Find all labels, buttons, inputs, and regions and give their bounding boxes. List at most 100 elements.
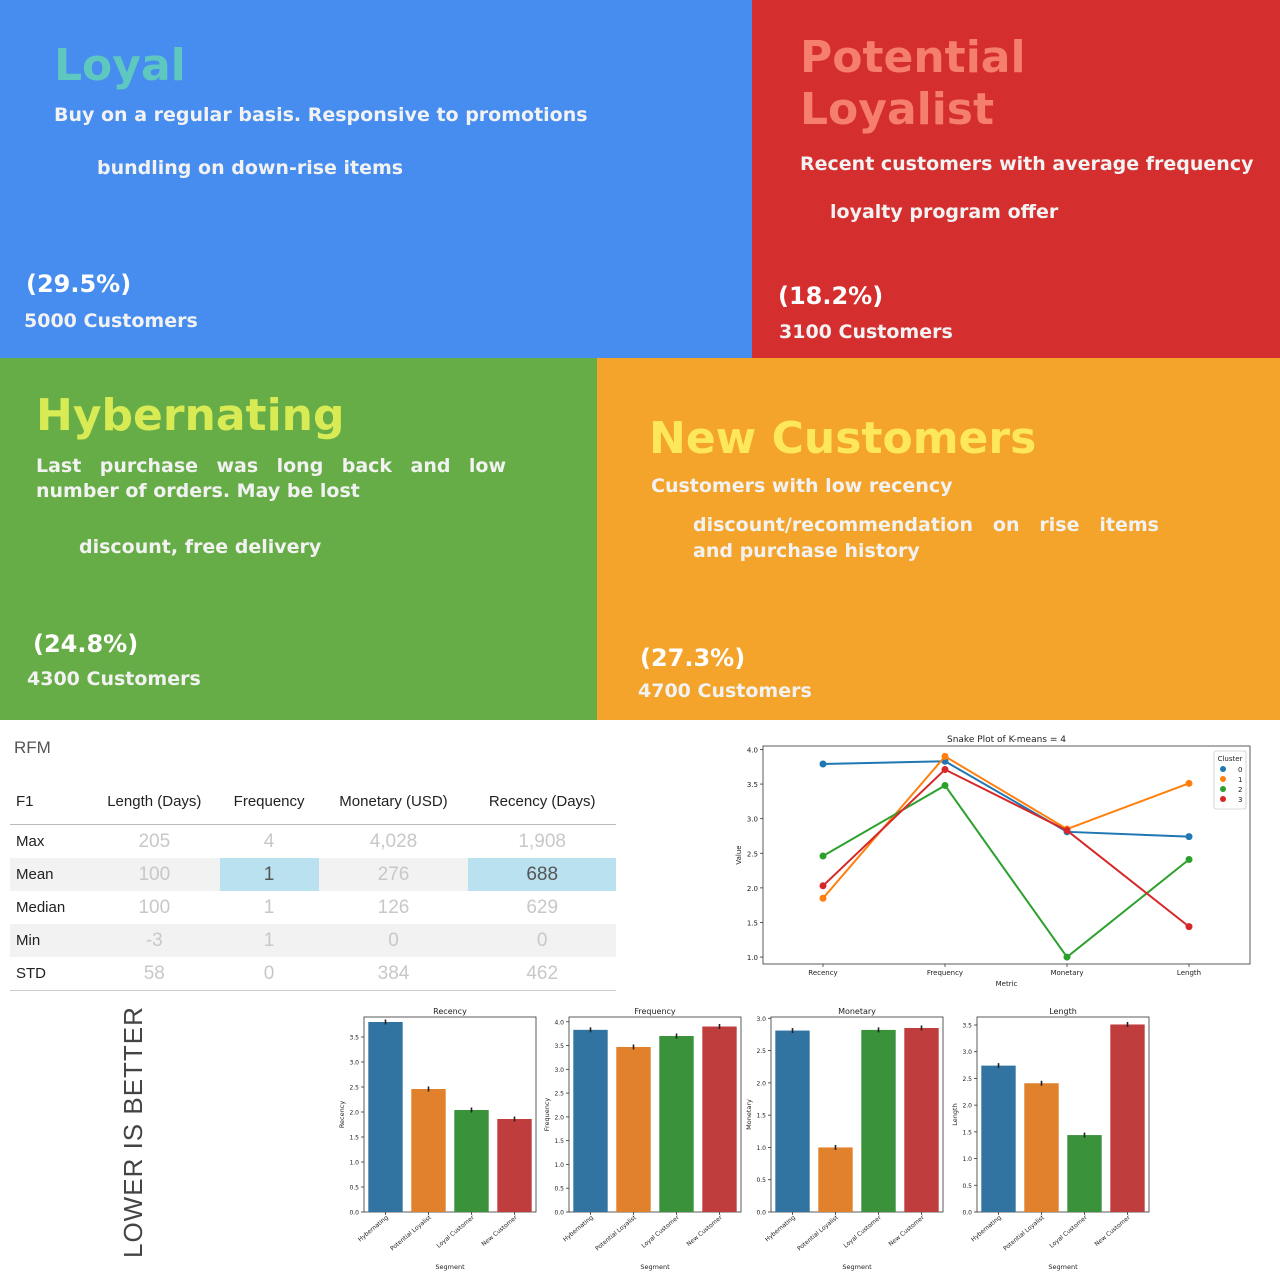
y-tick-label: 3.0 bbox=[747, 816, 758, 824]
x-tick-label: Hybernating bbox=[764, 1214, 797, 1243]
x-tick-label: Loyal Customer bbox=[435, 1214, 476, 1250]
y-tick-label: 2.0 bbox=[554, 1114, 564, 1121]
rfm-label: RFM bbox=[14, 738, 51, 757]
segment-title: New Customers bbox=[649, 413, 1037, 464]
bar bbox=[368, 1022, 403, 1212]
chart-title: Monetary bbox=[838, 1007, 876, 1016]
data-point bbox=[819, 882, 827, 890]
row-label: Max bbox=[16, 833, 45, 850]
bar bbox=[573, 1029, 608, 1212]
y-tick-label: 1.0 bbox=[554, 1162, 564, 1169]
x-tick-label: Length bbox=[1177, 969, 1201, 977]
row-label: Mean bbox=[10, 858, 89, 891]
table-cell-highlighted: 1 bbox=[219, 858, 319, 891]
data-point bbox=[1063, 826, 1071, 834]
bar bbox=[497, 1119, 532, 1212]
y-tick-label: 1.0 bbox=[962, 1156, 972, 1163]
table-cell: 1 bbox=[219, 924, 319, 957]
y-tick-label: 3.0 bbox=[554, 1067, 564, 1074]
table-cell: 1,908 bbox=[518, 830, 566, 852]
table-cell: -3 bbox=[89, 924, 220, 957]
row-label: Min bbox=[10, 924, 89, 957]
bar-chart-frequency: Frequency 0.0 0.5 1.0 1.5 2.0 2.5 3.0 3.5 4.0 Hybe… bbox=[543, 1007, 742, 1271]
legend-title: Cluster bbox=[1218, 755, 1243, 763]
segment-card-new-customers: New Customers Customers with low recency… bbox=[597, 358, 1280, 720]
table-cell-highlighted: 688 bbox=[468, 858, 616, 891]
x-axis-label: Segment bbox=[1048, 1263, 1078, 1271]
table-cell: 4 bbox=[263, 830, 275, 852]
bar bbox=[411, 1089, 446, 1212]
legend-marker bbox=[1220, 776, 1226, 782]
segment-count: 4300 Customers bbox=[27, 668, 201, 690]
data-point bbox=[1185, 779, 1193, 787]
y-tick-label: 0.0 bbox=[962, 1210, 972, 1217]
segment-count: 4700 Customers bbox=[638, 680, 812, 702]
bar bbox=[1024, 1083, 1059, 1212]
x-tick-label: Loyal Customer bbox=[842, 1214, 883, 1250]
y-tick-label: 1.0 bbox=[756, 1145, 766, 1152]
y-tick-label: 2.0 bbox=[349, 1110, 359, 1117]
chart-title: Snake Plot of K-means = 4 bbox=[947, 735, 1066, 745]
y-tick-label: 3.5 bbox=[554, 1043, 564, 1050]
x-tick-label: Hybernating bbox=[357, 1214, 390, 1243]
x-axis-label: Segment bbox=[640, 1263, 670, 1271]
bar bbox=[981, 1065, 1016, 1212]
table-cell: 58 bbox=[89, 957, 220, 991]
y-tick-label: 1.5 bbox=[756, 1113, 766, 1120]
table-row: STD 58 0 384 462 bbox=[10, 957, 616, 991]
y-tick-label: 3.0 bbox=[349, 1060, 359, 1067]
y-tick-label: 3.5 bbox=[747, 781, 758, 789]
table-cell: 629 bbox=[526, 896, 559, 918]
bar bbox=[454, 1110, 489, 1212]
bar-chart-recency: Recency 0.0 0.5 1.0 1.5 2.0 2.5 3.0 3.5 Hybernati… bbox=[338, 1007, 537, 1271]
x-tick-label: Potential Loyalist bbox=[796, 1214, 840, 1253]
x-tick-label: Hybernating bbox=[970, 1214, 1003, 1243]
y-tick-label: 0.0 bbox=[554, 1210, 564, 1217]
y-tick-label: 3.5 bbox=[962, 1023, 972, 1030]
y-axis-label: Monetary bbox=[745, 1099, 753, 1130]
x-tick-label: Hybernating bbox=[562, 1214, 595, 1243]
data-point bbox=[1185, 923, 1193, 931]
y-tick-label: 2.5 bbox=[747, 850, 758, 858]
x-tick-label: Frequency bbox=[927, 969, 963, 977]
y-tick-label: 1.5 bbox=[747, 919, 758, 927]
rfm-header-row: F1 Length (Days) Frequency Monetary (USD… bbox=[10, 778, 616, 825]
plot-frame bbox=[762, 745, 1251, 965]
bar bbox=[904, 1027, 939, 1212]
x-axis-label: Metric bbox=[996, 980, 1018, 988]
y-tick-label: 0.0 bbox=[349, 1210, 359, 1217]
data-point bbox=[1185, 833, 1193, 841]
table-cell: 100 bbox=[138, 896, 171, 918]
data-point bbox=[941, 752, 949, 760]
chart-title: Recency bbox=[433, 1007, 467, 1016]
bar bbox=[861, 1029, 896, 1212]
x-tick-label: Recency bbox=[808, 969, 837, 977]
data-point bbox=[819, 894, 827, 902]
table-cell: 0 bbox=[318, 924, 469, 957]
legend-marker bbox=[1220, 796, 1226, 802]
y-tick-label: 0.0 bbox=[756, 1210, 766, 1217]
bar bbox=[1110, 1024, 1145, 1212]
chart-title: Frequency bbox=[634, 1007, 676, 1016]
segment-title: Potential Loyalist bbox=[800, 32, 1026, 136]
legend-label: 1 bbox=[1238, 776, 1242, 784]
segment-title: Hybernating bbox=[36, 390, 345, 441]
segment-percent: (27.3%) bbox=[640, 644, 746, 672]
table-cell: 0 bbox=[219, 957, 319, 991]
x-axis-label: Segment bbox=[435, 1263, 465, 1271]
table-row: Min -3 1 0 0 bbox=[10, 924, 616, 957]
segment-card-hybernating: Hybernating Last purchase was long back … bbox=[0, 358, 597, 720]
data-point bbox=[1063, 953, 1071, 961]
y-tick-label: 1.5 bbox=[554, 1138, 564, 1145]
x-tick-label: Loyal Customer bbox=[1048, 1214, 1089, 1250]
table-cell: 384 bbox=[318, 957, 469, 991]
table-cell: 1 bbox=[263, 896, 275, 918]
table-cell: 462 bbox=[468, 957, 616, 991]
rfm-table: F1 Length (Days) Frequency Monetary (USD… bbox=[10, 778, 616, 991]
bar bbox=[659, 1036, 694, 1212]
segment-percent: (29.5%) bbox=[26, 270, 132, 298]
y-tick-label: 2.5 bbox=[962, 1076, 972, 1083]
y-tick-label: 2.0 bbox=[747, 885, 758, 893]
bar bbox=[818, 1147, 853, 1212]
snake-plot-chart: Snake Plot of K-means = 4 1.0 1.5 2.0 2.5 3.0… bbox=[735, 735, 1251, 988]
